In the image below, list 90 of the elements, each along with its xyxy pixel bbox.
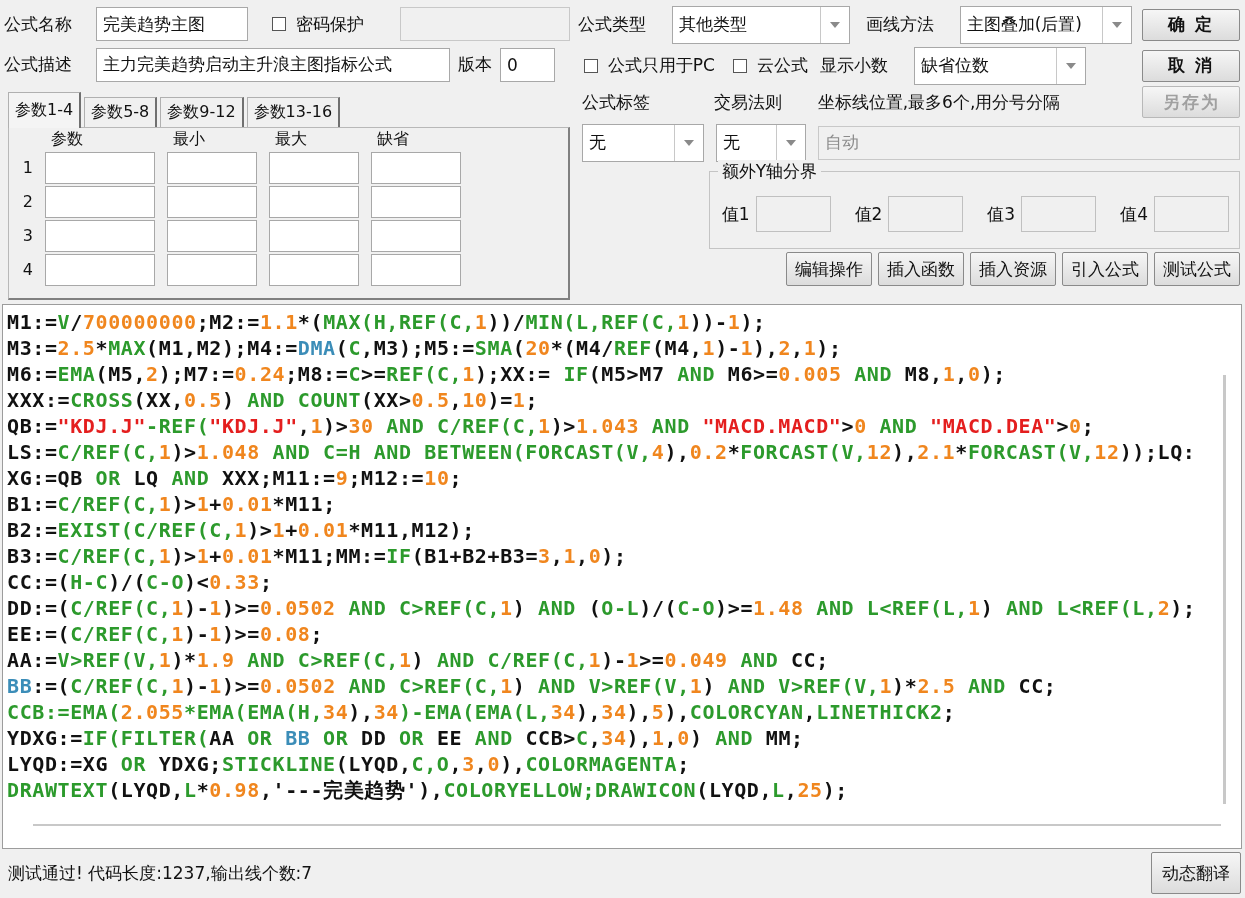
field-label: 值4 [1120,202,1148,226]
code-line: QB:="KDJ.J"-REF("KDJ.J",1)>30 AND C/REF(C,1)>1.043 AND "MACD.MACD">0 AND "MACD.DEA">0; [7,413,1095,439]
input-field[interactable] [45,219,155,252]
code-line: XXX:=CROSS(XX,0.5) AND COUNT(XX>0.5,10)=1; [7,387,539,413]
dropdown[interactable]: 无 [715,123,806,162]
column-header: 最小 [172,127,206,150]
caret-icon [683,139,694,146]
code-line: EE:=(C/REF(C,1)-1)>=0.08; [7,621,324,647]
code-line: CCB:=EMA(2.055*EMA(EMA(H,34),34)-EMA(EMA(L,34),34),5),COLORCYAN,LINETHICK2; [7,699,956,725]
code-line: AA:=V>REF(V,1)*1.9 AND C>REF(C,1) AND C/REF(C,1)-1>=0.049 AND CC; [7,647,829,673]
text-field[interactable]: 0 [500,47,555,82]
dropdown[interactable]: 主图叠加(后置) [959,5,1132,44]
button[interactable]: 测试公式 [1154,252,1240,286]
code-line: B3:=C/REF(C,1)>1+0.01*M11;MM:=IF(B1+B2+B3=3,1,0); [7,543,627,569]
field-label: 显示小数 [819,54,889,77]
field-label: 值3 [987,202,1016,226]
field-label: 交易法则 [713,90,783,114]
tab[interactable]: 参数5-8 [84,96,158,127]
row-number: 4 [21,260,33,280]
row-number: 3 [21,226,33,246]
field-label: 值1 [721,202,750,226]
input-field[interactable] [45,253,155,286]
dropdown[interactable]: 无 [581,123,704,162]
text-field[interactable]: 主力完美趋势启动主升浪主图指标公式 [96,47,450,82]
column-header: 参数 [50,127,84,150]
checkbox-label[interactable]: 公式只用于PC [607,54,715,77]
input-field[interactable] [167,151,257,184]
caret-icon [1111,21,1122,28]
status-message: 测试通过! 代码长度:1237,输出线个数:7 [8,861,313,885]
input-field[interactable] [167,185,257,218]
input-field[interactable] [371,219,461,252]
caret-icon [1065,62,1076,69]
code-line: B2:=EXIST(C/REF(C,1)>1+0.01*M11,M12); [7,517,475,543]
code-line: XG:=QB OR LQ AND XXX;M11:=9;M12:=10; [7,465,463,491]
tab[interactable]: 参数9-12 [160,96,244,127]
input-field[interactable] [45,151,155,184]
column-header: 最大 [274,127,308,150]
caret-icon [785,139,796,146]
field-label: 公式描述 [4,53,73,77]
code-line: DD:=(C/REF(C,1)-1)>=0.0502 AND C>REF(C,1) AND (O-L)/(C-O)>=1.48 AND L<REF(L,1) AND L<REF(L,2); [7,595,1196,621]
input-field[interactable] [371,151,461,184]
input-field[interactable] [269,219,359,252]
code-line: M6:=EMA(M5,2);M7:=0.24;M8:=C>=REF(C,1);XX:= IF(M5>M7 AND M6>=0.005 AND M8,1,0); [7,361,1006,387]
field-label: 版本 [458,53,492,77]
code-line: DRAWTEXT(LYQD,L*0.98,'---完美趋势'),COLORYELLOW;DRAWICON(LYQD,L,25); [7,777,848,803]
code-line: M3:=2.5*MAX(M1,M2);M4:=DMA(C,M3);M5:=SMA(20*(M4/REF(M4,1)-1),2,1); [7,335,842,361]
input-field[interactable] [167,253,257,286]
field-label: 画线方法 [865,13,935,36]
tab[interactable]: 参数13-16 [246,96,341,127]
field-label: 值2 [854,202,883,226]
button[interactable]: 确 定 [1142,8,1240,41]
dropdown[interactable]: 其他类型 [671,5,850,44]
button[interactable]: 引入公式 [1062,252,1148,286]
code-line: LYQD:=XG OR YDXG;STICKLINE(LYQD,C,O,3,0),COLORMAGENTA; [7,751,690,777]
code-line: BB:=(C/REF(C,1)-1)>=0.0502 AND C>REF(C,1) AND V>REF(V,1) AND V>REF(V,1)*2.5 AND CC; [7,673,1057,699]
input-field[interactable] [45,185,155,218]
field-label: 公式标签 [581,90,651,114]
caret-icon [829,21,840,28]
input-field[interactable] [371,253,461,286]
group-title: 额外Y轴分界 [717,160,822,183]
tab[interactable]: 参数1-4 [8,91,82,128]
code-line: M1:=V/700000000;M2:=1.1*(MAX(H,REF(C,1))/MIN(L,REF(C,1))-1); [7,309,766,335]
button[interactable]: 编辑操作 [786,252,872,286]
field-label: 公式名称 [4,12,73,36]
column-header: 缺省 [376,127,410,150]
checkbox[interactable] [732,58,747,73]
input-field[interactable] [269,253,359,286]
input-field[interactable] [269,151,359,184]
row-number: 2 [21,192,33,212]
code-line: YDXG:=IF(FILTER(AA OR BB OR DD OR EE AND CCB>C,34),1,0) AND MM; [7,725,804,751]
input-field[interactable] [371,185,461,218]
button[interactable]: 插入函数 [878,252,964,286]
dropdown[interactable]: 缺省位数 [913,46,1086,85]
input-field[interactable] [167,219,257,252]
checkbox[interactable] [583,58,598,73]
code-editor[interactable] [2,304,1242,849]
checkbox-label[interactable]: 密码保护 [296,12,364,36]
button[interactable]: 取 消 [1142,49,1240,82]
text-field[interactable]: 完美趋势主图 [96,7,248,42]
checkbox-label[interactable]: 云公式 [756,54,808,77]
field-label: 坐标线位置,最多6个,用分号分隔 [817,90,1061,114]
input-field[interactable] [269,185,359,218]
code-line: CC:=(H-C)/(C-O)<0.33; [7,569,273,595]
code-line: LS:=C/REF(C,1)>1.048 AND C=H AND BETWEEN(FORCAST(V,4),0.2*FORCAST(V,12),2.1*FORCAST(V,12));LQ: [7,439,1196,465]
checkbox[interactable] [272,17,286,32]
row-number: 1 [21,158,33,178]
button[interactable]: 动态翻译 [1151,852,1241,894]
field-label: 公式类型 [577,13,647,36]
button[interactable]: 插入资源 [970,252,1056,286]
code-line: B1:=C/REF(C,1)>1+0.01*M11; [7,491,336,517]
